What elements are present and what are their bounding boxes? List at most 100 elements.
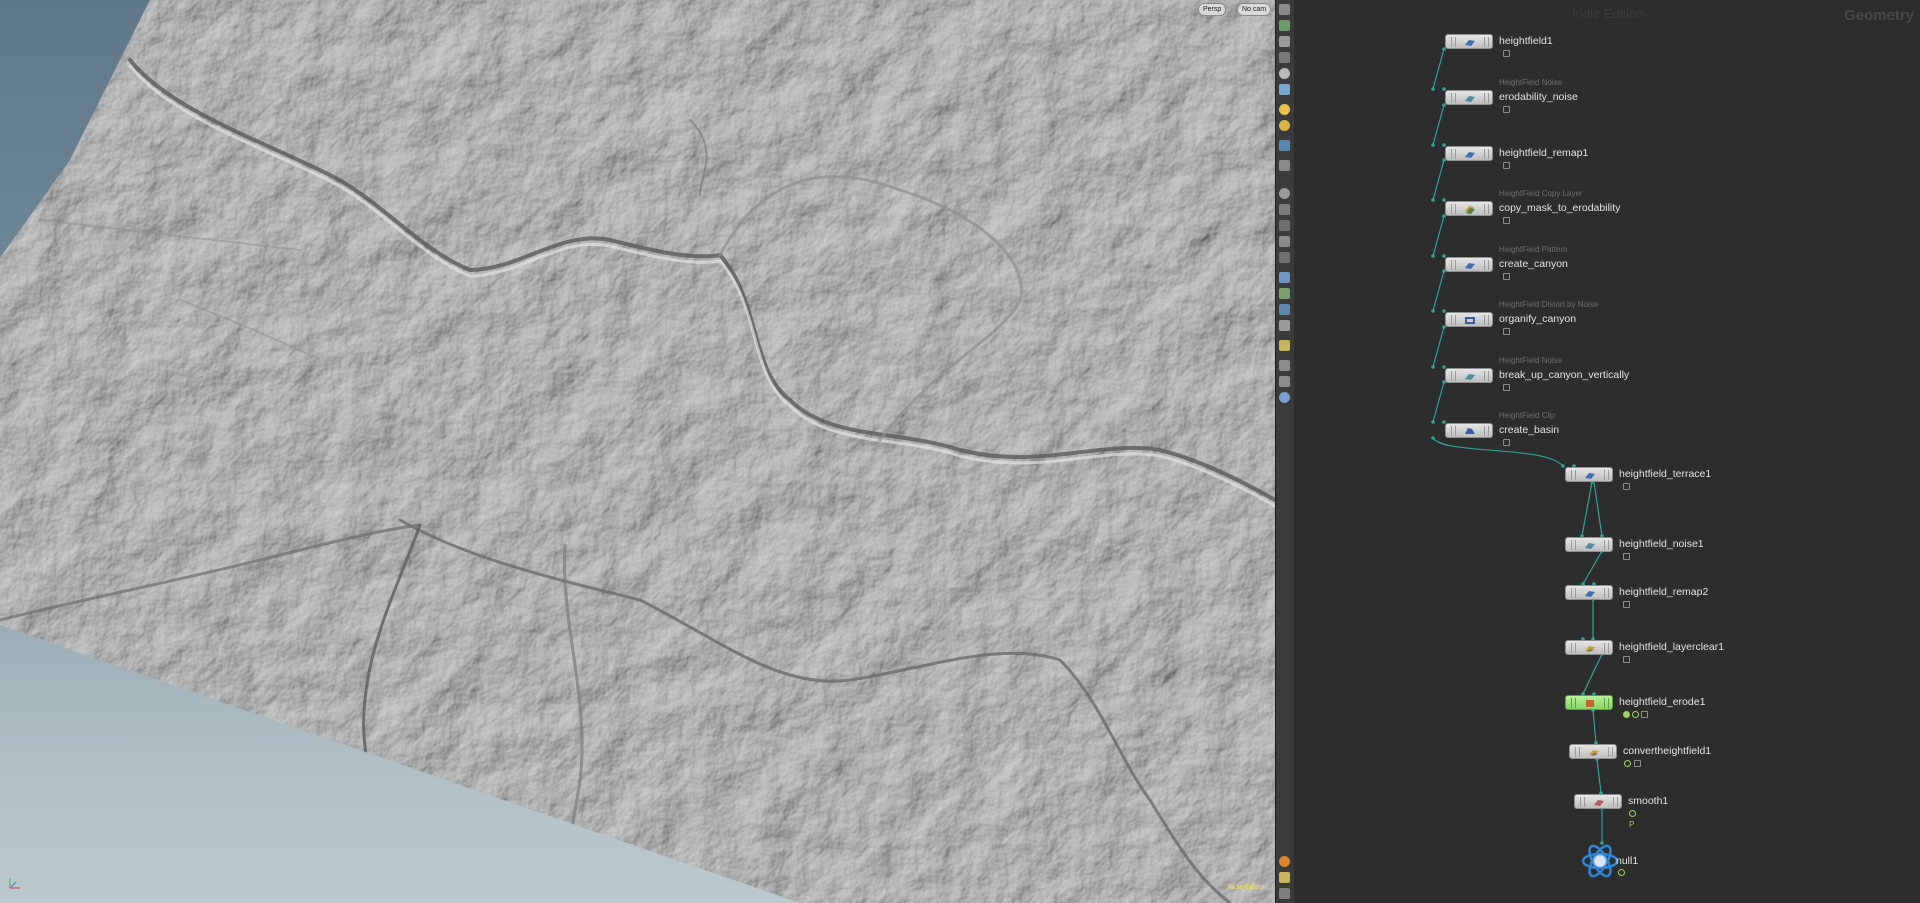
node-name: heightfield_remap2 bbox=[1619, 586, 1709, 598]
node-type: HeightField Distort by Noise bbox=[1499, 300, 1599, 309]
lock-icon[interactable] bbox=[1623, 553, 1630, 560]
terrace-icon bbox=[1585, 473, 1595, 479]
node-tile[interactable] bbox=[1565, 467, 1613, 482]
lock-icon[interactable] bbox=[1503, 439, 1510, 446]
heightfield-noise-icon bbox=[1585, 543, 1595, 549]
template-flag-icon[interactable] bbox=[1624, 760, 1631, 767]
snapshot-icon[interactable] bbox=[1279, 360, 1290, 371]
eye-icon[interactable] bbox=[1279, 4, 1290, 15]
lock-icon[interactable] bbox=[1623, 656, 1630, 663]
view-icon[interactable] bbox=[1279, 188, 1290, 199]
viewport-menu-icon[interactable] bbox=[1279, 888, 1290, 899]
lock-icon[interactable] bbox=[1503, 50, 1510, 57]
node-name: heightfield_layerclear1 bbox=[1619, 641, 1725, 653]
node-name: organify_canyon bbox=[1499, 313, 1577, 325]
node-tile[interactable] bbox=[1445, 34, 1493, 49]
node-tile[interactable] bbox=[1574, 794, 1622, 809]
layout-icon[interactable] bbox=[1279, 872, 1290, 883]
convert-icon bbox=[1589, 750, 1599, 756]
node-name: heightfield1 bbox=[1499, 35, 1553, 47]
snap-icon[interactable] bbox=[1279, 52, 1290, 63]
node-name: heightfield_terrace1 bbox=[1619, 468, 1712, 480]
node-tile[interactable] bbox=[1445, 423, 1493, 438]
node-name: create_basin bbox=[1499, 424, 1560, 436]
node-tile[interactable] bbox=[1445, 90, 1493, 105]
node-name: break_up_canyon_vertically bbox=[1499, 369, 1630, 381]
camera-mode-button[interactable]: Persp bbox=[1198, 3, 1227, 16]
texture-icon[interactable] bbox=[1279, 288, 1290, 299]
node-name: null1 bbox=[1616, 855, 1639, 867]
handle-icon[interactable] bbox=[1279, 140, 1290, 151]
settings-icon[interactable] bbox=[1279, 392, 1290, 403]
node-tile-selected[interactable] bbox=[1565, 695, 1613, 710]
lock-icon[interactable] bbox=[1503, 217, 1510, 224]
null-icon[interactable] bbox=[1580, 843, 1620, 879]
node-tile[interactable] bbox=[1445, 368, 1493, 383]
lock-icon[interactable] bbox=[1279, 36, 1290, 47]
node-tile[interactable] bbox=[1445, 146, 1493, 161]
axis-gizmo-icon bbox=[9, 878, 20, 889]
lock-icon[interactable] bbox=[1503, 384, 1510, 391]
point-light-icon[interactable] bbox=[1279, 104, 1290, 115]
lock-icon[interactable] bbox=[1503, 273, 1510, 280]
smooth-icon bbox=[1594, 800, 1604, 806]
network-editor[interactable]: Indie Edition Geometry heightfield1 Heig… bbox=[1294, 0, 1920, 903]
select-icon[interactable] bbox=[1279, 20, 1290, 31]
node-tile[interactable] bbox=[1565, 640, 1613, 655]
lock-icon[interactable] bbox=[1503, 328, 1510, 335]
pattern-icon bbox=[1465, 263, 1475, 269]
template-flag-icon[interactable] bbox=[1632, 711, 1639, 718]
lock-icon[interactable] bbox=[1641, 711, 1648, 718]
brush-icon[interactable] bbox=[1279, 160, 1290, 171]
layer-clear-icon bbox=[1585, 646, 1595, 652]
lock-icon[interactable] bbox=[1623, 601, 1630, 608]
camera-select-button[interactable]: No cam bbox=[1237, 3, 1272, 16]
copy-layer-icon bbox=[1465, 206, 1475, 214]
template-flag-icon[interactable] bbox=[1629, 810, 1636, 817]
camera-icon[interactable] bbox=[1279, 68, 1290, 79]
node-wires bbox=[1431, 47, 1604, 845]
node-type: HeightField Noise bbox=[1499, 78, 1563, 87]
spot-light-icon[interactable] bbox=[1279, 120, 1290, 131]
viewport-toolbar bbox=[1275, 0, 1295, 903]
light-icon[interactable] bbox=[1279, 84, 1290, 95]
scene-viewport[interactable]: Persp No cam Indie Edition bbox=[0, 0, 1275, 903]
erode-icon bbox=[1586, 700, 1594, 707]
node-name: heightfield_erode1 bbox=[1619, 696, 1706, 708]
sculpt-icon[interactable] bbox=[1279, 236, 1290, 247]
node-tile[interactable] bbox=[1445, 257, 1493, 272]
lock-icon[interactable] bbox=[1623, 483, 1630, 490]
wireframe-icon[interactable] bbox=[1279, 320, 1290, 331]
node-tile[interactable] bbox=[1569, 744, 1617, 759]
node-tile[interactable] bbox=[1445, 201, 1493, 216]
lock-icon[interactable] bbox=[1503, 106, 1510, 113]
node-tile[interactable] bbox=[1565, 537, 1613, 552]
tool-icon[interactable] bbox=[1279, 220, 1290, 231]
node-name: create_canyon bbox=[1499, 258, 1568, 270]
grid-icon[interactable] bbox=[1279, 204, 1290, 215]
lock-icon[interactable] bbox=[1503, 162, 1510, 169]
help-icon[interactable] bbox=[1279, 856, 1290, 867]
terrain-heightfield bbox=[0, 0, 1275, 903]
ruler-icon[interactable] bbox=[1279, 252, 1290, 263]
edition-badge: Indie Edition bbox=[1228, 884, 1267, 891]
heightfield-remap-icon bbox=[1465, 152, 1475, 158]
shading-icon[interactable] bbox=[1279, 272, 1290, 283]
node-type: HeightField Copy Layer bbox=[1499, 189, 1583, 198]
flipbook-icon[interactable] bbox=[1279, 376, 1290, 387]
display-flag-icon[interactable] bbox=[1623, 711, 1630, 718]
node-name: erodability_noise bbox=[1499, 91, 1578, 103]
node-tile[interactable] bbox=[1565, 585, 1613, 600]
render-icon[interactable] bbox=[1279, 340, 1290, 351]
template-flag-icon[interactable] bbox=[1618, 869, 1625, 876]
node-type: HeightField Noise bbox=[1499, 356, 1563, 365]
node-name: copy_mask_to_erodability bbox=[1499, 202, 1621, 214]
lock-icon[interactable] bbox=[1634, 760, 1641, 767]
node-name: heightfield_remap1 bbox=[1499, 147, 1589, 159]
display-icon[interactable] bbox=[1279, 304, 1290, 315]
clip-icon bbox=[1465, 428, 1475, 434]
node-name: heightfield_noise1 bbox=[1619, 538, 1704, 550]
node-type: HeightField Clip bbox=[1499, 411, 1556, 420]
node-tile[interactable] bbox=[1445, 312, 1493, 327]
heightfield-noise-icon bbox=[1465, 374, 1475, 380]
